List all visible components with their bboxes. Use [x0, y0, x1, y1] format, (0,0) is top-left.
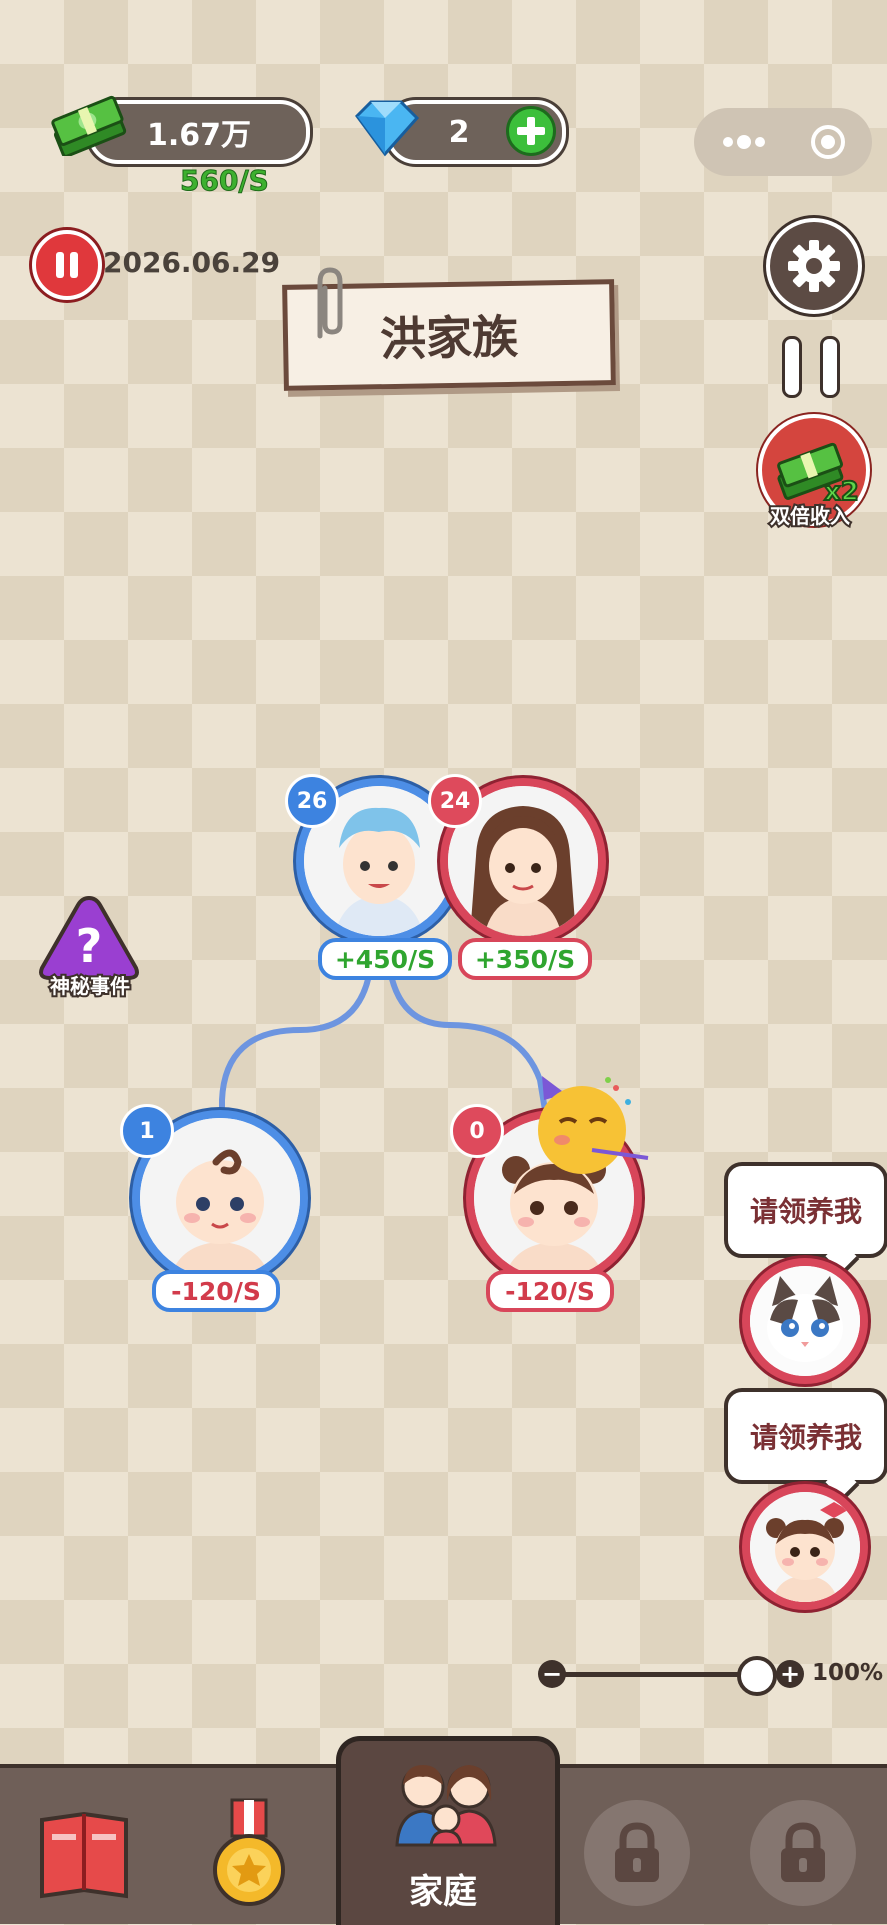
tab-family-label: 家庭	[409, 1872, 477, 1912]
zoom-out-button[interactable]: −	[538, 1660, 566, 1688]
son-age: 1	[139, 1118, 155, 1144]
mother-income-badge: +350/S	[458, 938, 592, 980]
little-girl-portrait	[750, 1492, 860, 1602]
son-income-badge: -120/S	[152, 1270, 280, 1312]
daughter-age-badge: 0	[450, 1104, 504, 1158]
father-income: +450/S	[334, 944, 436, 974]
zoom-slider-handle[interactable]	[737, 1656, 777, 1696]
zoom-level: 100%	[812, 1660, 884, 1686]
zoom-slider-track[interactable]	[556, 1672, 756, 1677]
adopt-bubble-girl[interactable]: 请领养我	[724, 1388, 887, 1484]
mother-income: +350/S	[474, 944, 576, 974]
party-emoji-icon	[538, 1076, 649, 1174]
lock-icon	[781, 1822, 825, 1882]
mother-age: 24	[439, 788, 471, 814]
kitten-portrait	[750, 1266, 860, 1376]
daughter-income: -120/S	[505, 1276, 595, 1306]
adopt-cat-avatar[interactable]	[742, 1258, 868, 1384]
adopt-bubble-girl-text: 请领养我	[749, 1421, 862, 1454]
family-icon	[395, 1765, 497, 1847]
son-age-badge: 1	[120, 1104, 174, 1158]
adopt-girl-avatar[interactable]	[742, 1484, 868, 1610]
zoom-in-button[interactable]: +	[776, 1660, 804, 1688]
adopt-bubble-cat-text: 请领养我	[749, 1195, 862, 1228]
daughter-age: 0	[469, 1118, 485, 1144]
tab-locked-2[interactable]	[750, 1800, 856, 1906]
son-income: -120/S	[171, 1276, 261, 1306]
book-icon	[40, 1811, 128, 1899]
tab-locked-1[interactable]	[584, 1800, 690, 1906]
father-income-badge: +450/S	[318, 938, 452, 980]
tab-book[interactable]	[34, 1800, 134, 1904]
tab-achievements[interactable]	[206, 1798, 292, 1910]
mother-age-badge: 24	[428, 774, 482, 828]
adopt-bubble-cat[interactable]: 请领养我	[724, 1162, 887, 1258]
father-age: 26	[296, 788, 328, 814]
medal-icon	[213, 1798, 285, 1906]
father-age-badge: 26	[285, 774, 339, 828]
lock-icon	[615, 1822, 659, 1882]
daughter-income-badge: -120/S	[486, 1270, 614, 1312]
